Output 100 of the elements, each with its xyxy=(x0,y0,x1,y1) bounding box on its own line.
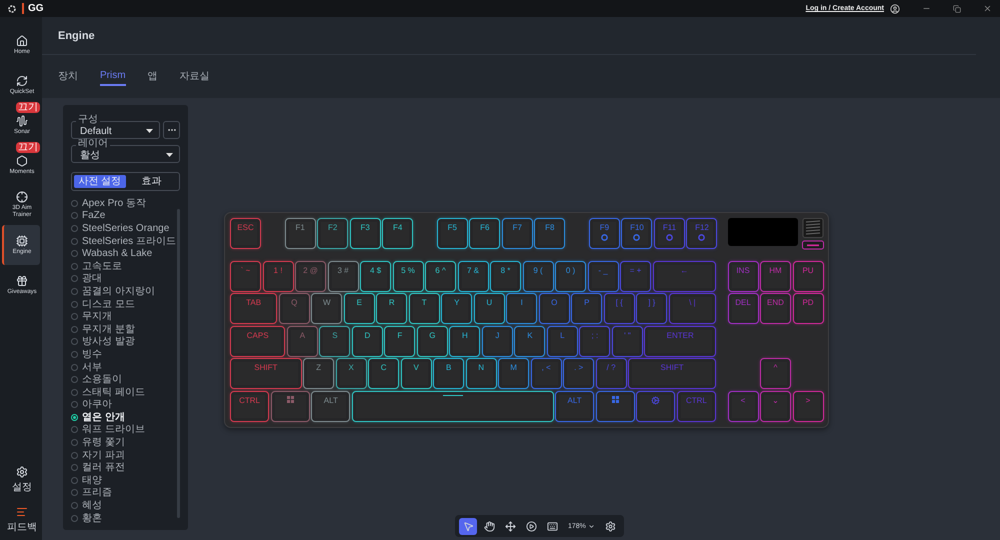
keyboard-key[interactable]: R xyxy=(376,293,408,324)
keyboard-key[interactable]: F7 xyxy=(502,218,533,249)
keyboard-key[interactable]: S xyxy=(319,326,350,356)
more-button[interactable] xyxy=(163,121,180,139)
radio-button[interactable] xyxy=(71,212,78,220)
radio-button[interactable] xyxy=(71,275,78,282)
keyboard-key[interactable]: > xyxy=(792,390,824,422)
radio-button[interactable] xyxy=(71,452,78,459)
keyboard-key[interactable]: 6 ^ xyxy=(425,260,456,292)
radio-button[interactable] xyxy=(71,326,78,333)
preset-option[interactable]: SteelSeries 프라이드 xyxy=(71,234,177,248)
radio-button[interactable] xyxy=(71,300,78,308)
keyboard-key[interactable]: F xyxy=(384,326,416,356)
preset-option[interactable]: 워프 드라이브 xyxy=(71,424,177,436)
tab[interactable]: Prism xyxy=(100,67,126,86)
keyboard-key[interactable]: X xyxy=(336,358,367,389)
radio-button[interactable] xyxy=(71,200,78,207)
keyboard-key[interactable]: N xyxy=(466,358,497,389)
sidebar-item[interactable]: 피드백 xyxy=(2,500,40,540)
keyboard-key[interactable]: 5 % xyxy=(392,260,424,292)
keyboard-key[interactable] xyxy=(596,390,635,422)
keyboard-key[interactable]: F4 xyxy=(382,218,414,249)
preset-option[interactable]: 무지개 분할 xyxy=(71,322,177,336)
keyboard-key[interactable]: 1 ! xyxy=(262,260,294,292)
close-icon[interactable] xyxy=(983,4,992,13)
spacebar-key[interactable] xyxy=(352,390,554,422)
preset-option[interactable]: 고속도로 xyxy=(71,260,177,273)
keyboard-key[interactable]: 3 # xyxy=(328,260,358,292)
keyboard-key[interactable]: Z xyxy=(303,358,334,389)
radio-button[interactable] xyxy=(71,262,78,270)
preset-option[interactable]: Apex Pro 동작 xyxy=(71,197,177,210)
keyboard-key[interactable]: E xyxy=(344,293,375,324)
preset-option[interactable]: 유령 쫓기 xyxy=(71,436,177,449)
keyboard-key[interactable]: C xyxy=(368,358,400,389)
keyboard-key[interactable]: V xyxy=(400,358,432,389)
keyboard-key[interactable]: TAB xyxy=(230,293,278,324)
segment-button[interactable]: 효과 xyxy=(126,175,177,188)
radio-button[interactable] xyxy=(71,414,78,421)
keyboard-key[interactable]: Y xyxy=(441,293,472,324)
keyboard-key[interactable]: I xyxy=(506,293,538,324)
preset-option[interactable]: 프리즘 xyxy=(71,486,177,500)
keyboard-key[interactable]: SHIFT xyxy=(230,358,302,389)
keyboard-key[interactable] xyxy=(636,390,676,422)
keyboard-key[interactable]: 0 ) xyxy=(555,260,586,292)
radio-button[interactable] xyxy=(71,476,78,484)
keyboard-key[interactable]: 9 ( xyxy=(522,260,554,292)
radio-button[interactable] xyxy=(71,426,78,434)
keyboard-key[interactable]: T xyxy=(408,293,440,324)
radio-button[interactable] xyxy=(71,464,78,472)
keyboard-key[interactable]: CAPS xyxy=(230,326,286,356)
keyboard-key[interactable]: H xyxy=(449,326,480,356)
keyboard-key[interactable]: F8 xyxy=(534,218,566,249)
preset-option[interactable]: 방사성 발광 xyxy=(71,336,177,348)
preset-option[interactable]: 무지개 xyxy=(71,310,177,323)
preset-option[interactable]: 서부 xyxy=(71,360,177,374)
keyboard-key[interactable]: CTRL xyxy=(230,390,270,422)
restore-icon[interactable] xyxy=(953,4,961,12)
keyboard-key[interactable]: D xyxy=(352,326,383,356)
radio-button[interactable] xyxy=(71,313,78,320)
tab[interactable]: 자료실 xyxy=(180,66,210,88)
keyboard-key[interactable]: ` ~ xyxy=(230,260,261,292)
keyboard-key[interactable]: ESC xyxy=(230,218,261,249)
radio-button[interactable] xyxy=(71,350,78,358)
keyboard-key[interactable]: B xyxy=(433,358,464,389)
radio-button[interactable] xyxy=(71,489,78,496)
preset-option[interactable]: SteelSeries Orange xyxy=(71,222,177,235)
keyboard-key[interactable]: M xyxy=(498,358,530,389)
keyboard-key[interactable]: F3 xyxy=(350,218,381,249)
preset-option[interactable]: 아쿠아 xyxy=(71,398,177,412)
preset-option[interactable]: 광대 xyxy=(71,272,177,286)
tab[interactable]: 앱 xyxy=(148,66,158,88)
user-icon[interactable] xyxy=(890,4,900,14)
keyboard-key[interactable]: ALT xyxy=(311,390,350,422)
preset-option[interactable]: 디스코 모드 xyxy=(71,298,177,310)
preset-option[interactable]: 황혼 xyxy=(71,512,177,524)
preset-option[interactable]: 컬러 퓨전 xyxy=(71,461,177,474)
segment-button[interactable]: 사전 설정 xyxy=(74,175,126,188)
radio-button[interactable] xyxy=(71,224,78,232)
sidebar-item[interactable]: 설정 xyxy=(2,460,40,500)
preset-option[interactable]: 자기 파괴 xyxy=(71,448,177,462)
preset-option[interactable]: 꿈결의 아지랑이 xyxy=(71,285,177,298)
preset-option[interactable]: 스태틱 페이드 xyxy=(71,386,177,398)
preset-option[interactable]: 빙수 xyxy=(71,348,177,361)
radio-button[interactable] xyxy=(71,338,78,346)
keyboard-key[interactable]: 4 $ xyxy=(360,260,391,292)
keyboard-key[interactable]: 7 & xyxy=(458,260,488,292)
preset-option[interactable]: 태양 xyxy=(71,474,177,487)
tool-button[interactable] xyxy=(459,518,477,534)
radio-button[interactable] xyxy=(71,238,78,245)
keyboard-key[interactable]: W xyxy=(311,293,342,324)
keyboard-key[interactable]: J xyxy=(482,326,513,356)
preset-option[interactable]: FaZe xyxy=(71,210,177,222)
radio-button[interactable] xyxy=(71,439,78,446)
preset-option[interactable]: Wabash & Lake xyxy=(71,247,177,260)
preset-option[interactable]: 혜성 xyxy=(71,499,177,512)
keyboard-key[interactable]: F5 xyxy=(436,218,468,249)
radio-button[interactable] xyxy=(71,514,78,522)
keyboard-key[interactable]: K xyxy=(514,326,546,356)
radio-button[interactable] xyxy=(71,288,78,295)
keyboard-key[interactable]: PD xyxy=(792,293,824,324)
